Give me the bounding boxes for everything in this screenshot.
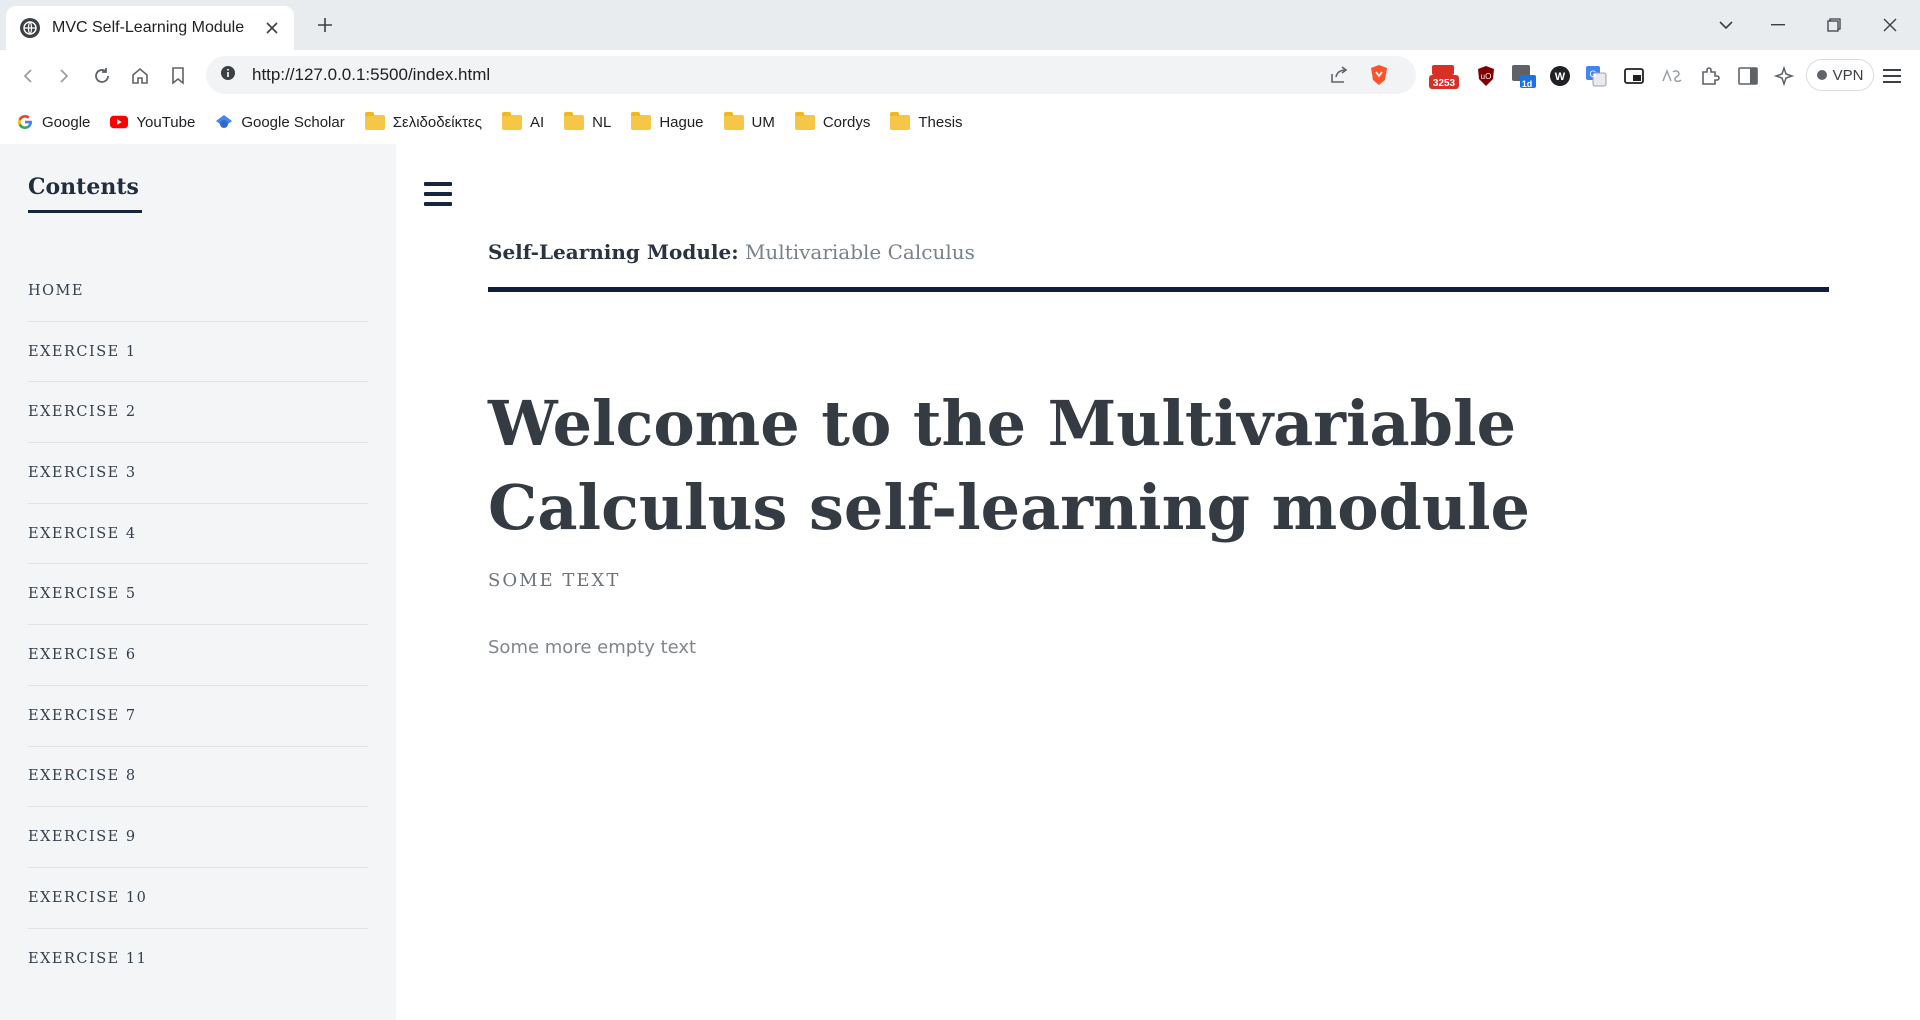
bookmark-youtube[interactable]: YouTube <box>110 113 195 131</box>
bookmark-folder[interactable]: Hague <box>631 111 704 131</box>
vpn-status-icon <box>1816 70 1827 80</box>
scholar-icon <box>215 113 233 131</box>
sidebar-item-exercise-4[interactable]: EXERCISE 4 <box>28 504 368 565</box>
bookmark-folder[interactable]: UM <box>723 111 775 131</box>
gift-badge: 3253 <box>1432 77 1456 89</box>
menu-toggle-icon[interactable] <box>424 182 452 206</box>
folder-icon <box>631 111 652 130</box>
sidebar-item-home[interactable]: HOME <box>28 261 368 322</box>
folder-icon <box>794 111 815 130</box>
minimize-icon[interactable] <box>1758 10 1798 40</box>
sidebar-item-exercise-10[interactable]: EXERCISE 10 <box>28 868 368 929</box>
url-text[interactable]: http://127.0.0.1:5500/index.html <box>252 65 1324 85</box>
folder-icon <box>564 111 585 130</box>
sidebar-item-exercise-7[interactable]: EXERCISE 7 <box>28 686 368 747</box>
bookmark-label: NL <box>592 113 612 131</box>
restore-icon[interactable] <box>1814 10 1854 40</box>
site-info-icon[interactable] <box>220 65 236 86</box>
sidebar-nav: HOME EXERCISE 1 EXERCISE 2 EXERCISE 3 EX… <box>28 261 368 989</box>
sidebar-item-exercise-9[interactable]: EXERCISE 9 <box>28 807 368 868</box>
wordpress-icon[interactable]: W <box>1546 62 1574 90</box>
bookmarks-bar: Google YouTube Google Scholar Σελιδοδείκ… <box>0 100 1920 144</box>
module-label: Self-Learning Module: <box>488 240 739 264</box>
module-name: Multivariable Calculus <box>744 240 975 264</box>
tab-title: MVC Self-Learning Module <box>52 19 245 36</box>
section-subheading: SOME TEXT <box>488 570 621 591</box>
bookmark-label: Cordys <box>822 113 871 131</box>
browser-toolbar: http://127.0.0.1:5500/index.html 3253 uO… <box>0 50 1920 100</box>
sidebar-item-exercise-3[interactable]: EXERCISE 3 <box>28 443 368 504</box>
ublock-icon[interactable]: uO <box>1472 62 1500 90</box>
bookmark-folder[interactable]: Thesis <box>890 111 963 131</box>
page-title: Welcome to the Multivariable Calculus se… <box>488 387 1530 544</box>
bookmark-label: Google Scholar <box>241 113 345 131</box>
svg-text:uO: uO <box>1481 72 1492 81</box>
bookmark-label: UM <box>751 113 775 131</box>
browser-tab[interactable]: MVC Self-Learning Module <box>6 6 294 50</box>
bookmark-label: Hague <box>659 113 704 131</box>
reload-icon[interactable] <box>88 62 116 90</box>
vpn-button[interactable]: VPN <box>1806 59 1874 91</box>
picture-in-picture-icon[interactable] <box>1620 62 1648 90</box>
bookmark-folder[interactable]: Cordys <box>794 111 871 131</box>
sidebar-item-exercise-6[interactable]: EXERCISE 6 <box>28 625 368 686</box>
sidebar-title: Contents <box>28 174 142 213</box>
sidebar-item-exercise-11[interactable]: EXERCISE 11 <box>28 929 368 990</box>
contents-sidebar: Contents HOME EXERCISE 1 EXERCISE 2 EXER… <box>0 144 396 1020</box>
youtube-icon <box>110 113 129 131</box>
bookmark-icon[interactable] <box>164 62 192 90</box>
close-window-icon[interactable] <box>1870 10 1910 40</box>
header-divider <box>488 287 1829 292</box>
bookmark-google-scholar[interactable]: Google Scholar <box>215 113 345 131</box>
sidebar-item-exercise-1[interactable]: EXERCISE 1 <box>28 322 368 383</box>
sidebar-item-exercise-8[interactable]: EXERCISE 8 <box>28 747 368 808</box>
sidebar-item-exercise-2[interactable]: EXERCISE 2 <box>28 382 368 444</box>
folder-icon <box>364 111 385 130</box>
new-tab-button[interactable] <box>312 12 338 38</box>
vpn-label: VPN <box>1832 66 1864 84</box>
bookmark-label: Google <box>42 113 91 131</box>
share-icon[interactable] <box>1324 60 1354 90</box>
bookmark-folder[interactable]: Σελιδοδείκτες <box>364 111 482 131</box>
svg-text:W: W <box>1555 71 1566 83</box>
back-icon[interactable] <box>14 62 42 90</box>
home-icon[interactable] <box>126 62 154 90</box>
bookmark-folder[interactable]: AI <box>501 111 545 131</box>
bookmark-label: Thesis <box>918 113 963 131</box>
bookmark-folder[interactable]: NL <box>564 111 612 131</box>
folder-icon <box>501 111 522 130</box>
module-header: Self-Learning Module: Multivariable Calc… <box>488 240 975 264</box>
speed-extension-icon[interactable] <box>1658 62 1686 90</box>
address-bar[interactable]: http://127.0.0.1:5500/index.html <box>206 56 1416 94</box>
bookmark-google[interactable]: Google <box>16 113 90 131</box>
folder-icon <box>890 111 911 130</box>
body-text: Some more empty text <box>488 637 697 658</box>
tab-strip: MVC Self-Learning Module <box>0 0 1920 50</box>
bookmark-label: Σελιδοδείκτες <box>392 113 482 131</box>
main-content: Self-Learning Module: Multivariable Calc… <box>396 144 1920 1020</box>
sidebar-item-exercise-5[interactable]: EXERCISE 5 <box>28 564 368 626</box>
extensions-puzzle-icon[interactable] <box>1696 62 1724 90</box>
google-icon <box>16 113 34 131</box>
brave-shield-icon[interactable] <box>1364 60 1394 90</box>
browser-menu-icon[interactable] <box>1878 62 1906 90</box>
tab-search-icon[interactable] <box>1706 10 1746 40</box>
calendar-badge: 1d <box>1521 79 1533 89</box>
bookmark-label: AI <box>529 113 545 131</box>
forward-icon[interactable] <box>50 62 78 90</box>
folder-icon <box>723 111 744 130</box>
bookmark-label: YouTube <box>136 113 196 131</box>
leo-ai-icon[interactable] <box>1770 62 1798 90</box>
svg-text:G: G <box>1589 69 1596 79</box>
close-tab-icon[interactable] <box>262 18 282 38</box>
translate-icon[interactable]: G <box>1582 62 1610 90</box>
sidebar-toggle-icon[interactable] <box>1734 62 1762 90</box>
globe-icon <box>20 18 40 38</box>
